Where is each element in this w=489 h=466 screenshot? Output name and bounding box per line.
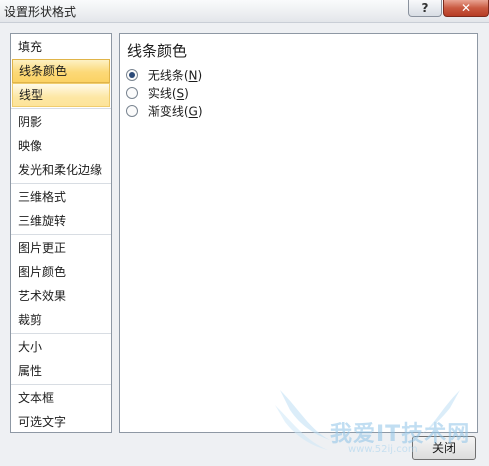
nav-item-line-color[interactable]: 线条颜色: [12, 59, 110, 83]
close-window-button[interactable]: ✕: [443, 0, 489, 17]
category-list: 填充 线条颜色 线型 阴影 映像 发光和柔化边缘 三维格式 三维旋转 图片更正 …: [10, 33, 112, 433]
radio-no-line[interactable]: 无线条(N): [126, 67, 202, 83]
nav-item-line-style[interactable]: 线型: [12, 83, 110, 107]
nav-item-properties[interactable]: 属性: [12, 359, 110, 383]
nav-item-fill[interactable]: 填充: [12, 35, 110, 59]
title-bar: 设置形状格式 ? ✕: [0, 0, 489, 23]
radio-checked-icon[interactable]: [126, 68, 138, 81]
help-button[interactable]: ?: [408, 0, 442, 17]
line-color-panel: 线条颜色 无线条(N) 实线(S) 渐变线(G): [119, 33, 478, 433]
nav-group: 三维格式 三维旋转: [11, 184, 111, 235]
nav-item-text-box[interactable]: 文本框: [12, 386, 110, 410]
nav-item-reflection[interactable]: 映像: [12, 134, 110, 158]
nav-group: 填充 线条颜色 线型: [11, 34, 111, 109]
nav-group: 文本框 可选文字: [11, 385, 111, 435]
nav-item-size[interactable]: 大小: [12, 335, 110, 359]
close-button[interactable]: 关闭: [412, 436, 476, 460]
radio-label: 渐变线(G): [147, 104, 203, 119]
panel-title: 线条颜色: [127, 42, 188, 60]
radio-gradient-line[interactable]: 渐变线(G): [126, 103, 203, 119]
nav-item-picture-color[interactable]: 图片颜色: [12, 260, 110, 284]
nav-item-alt-text[interactable]: 可选文字: [12, 410, 110, 434]
nav-item-shadow[interactable]: 阴影: [12, 110, 110, 134]
dialog-title: 设置形状格式: [4, 5, 77, 19]
radio-label: 实线(S): [147, 86, 189, 101]
nav-item-3d-format[interactable]: 三维格式: [12, 185, 110, 209]
format-shape-dialog: 设置形状格式 ? ✕ 填充 线条颜色 线型 阴影 映像 发光和柔化边缘 三维格式…: [0, 0, 489, 466]
nav-item-3d-rotation[interactable]: 三维旋转: [12, 209, 110, 233]
radio-unchecked-icon[interactable]: [126, 104, 138, 117]
watermark-url: www.52ij.com: [348, 444, 418, 455]
radio-solid-line[interactable]: 实线(S): [126, 85, 189, 101]
nav-item-crop[interactable]: 裁剪: [12, 308, 110, 332]
radio-unchecked-icon[interactable]: [126, 86, 138, 99]
nav-group: 阴影 映像 发光和柔化边缘: [11, 109, 111, 184]
radio-label: 无线条(N): [147, 68, 203, 83]
nav-item-picture-corrections[interactable]: 图片更正: [12, 236, 110, 260]
nav-group: 大小 属性: [11, 334, 111, 385]
nav-group: 图片更正 图片颜色 艺术效果 裁剪: [11, 235, 111, 334]
nav-item-artistic-effects[interactable]: 艺术效果: [12, 284, 110, 308]
nav-item-glow-soft-edges[interactable]: 发光和柔化边缘: [12, 158, 110, 182]
